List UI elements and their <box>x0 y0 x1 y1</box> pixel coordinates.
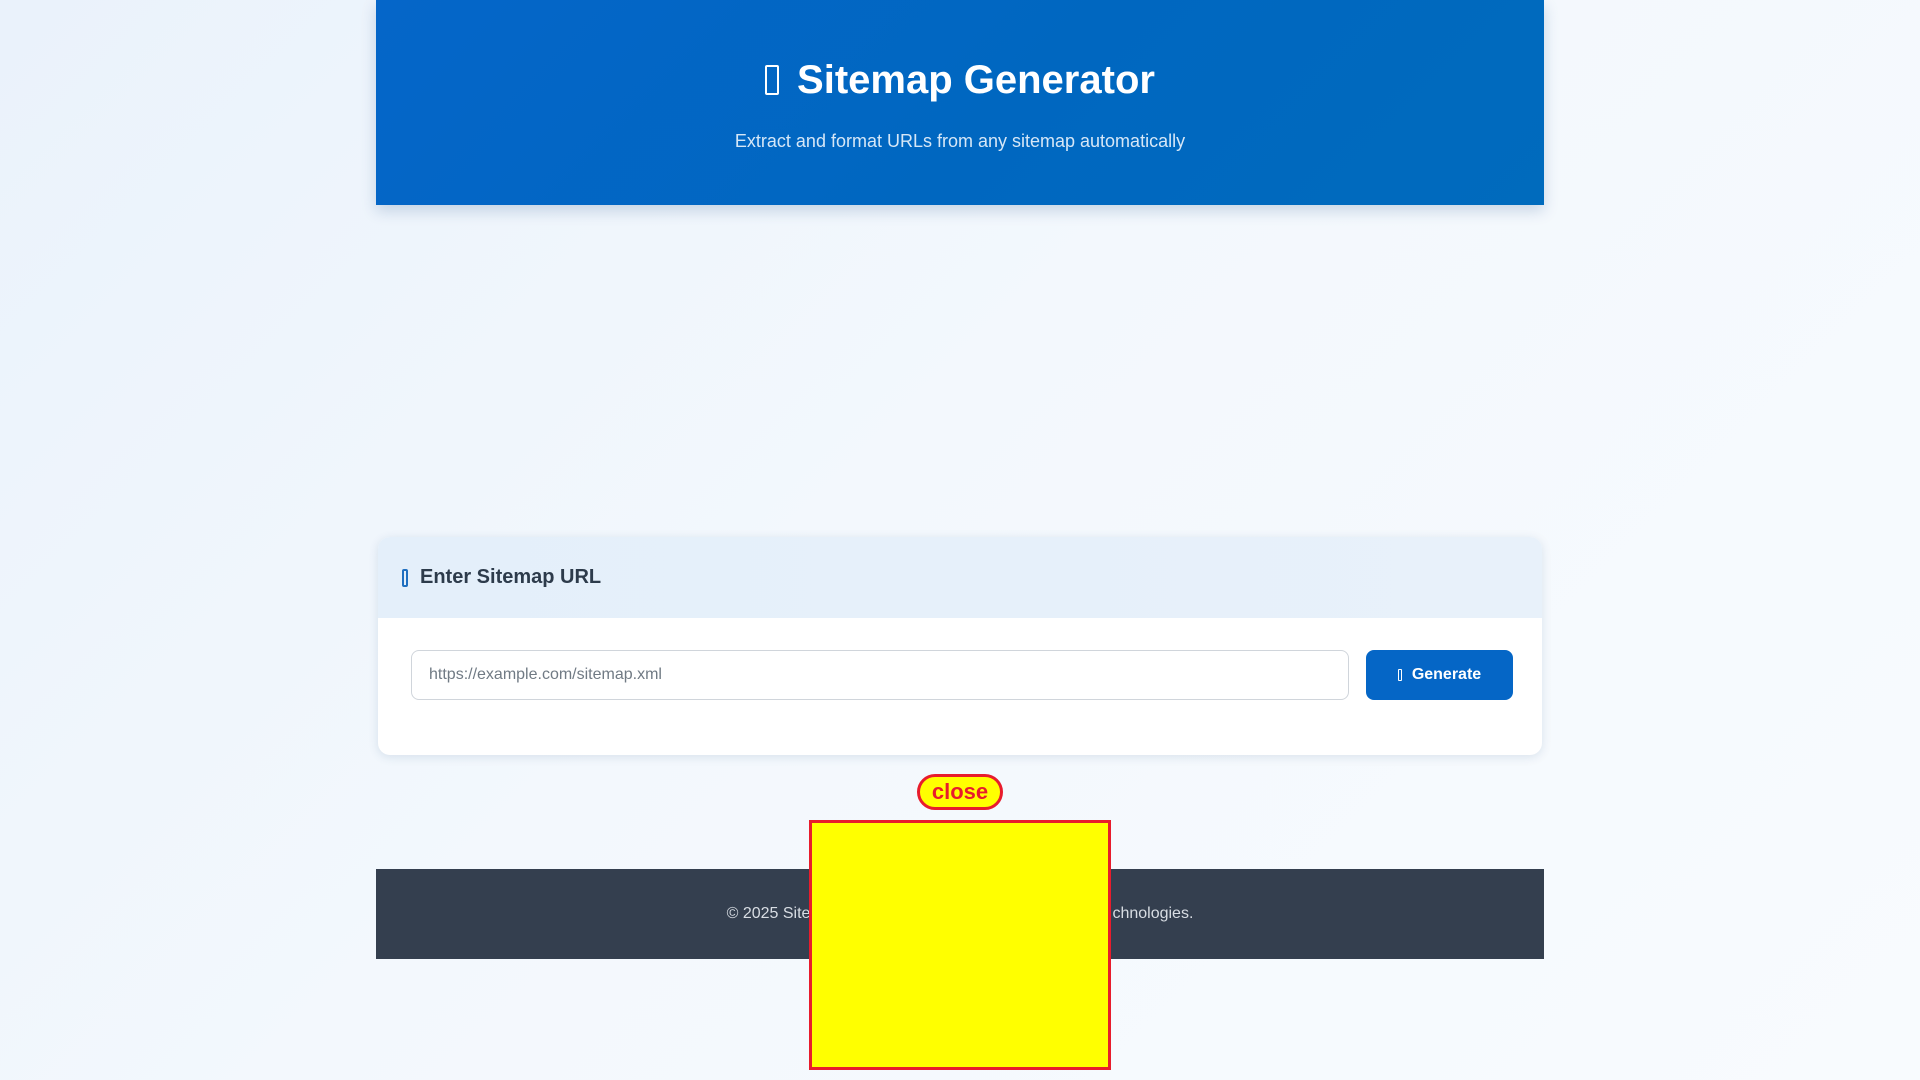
page-subtitle: Extract and format URLs from any sitemap… <box>734 131 1186 151</box>
overlay-close-button[interactable]: close <box>917 774 1003 810</box>
footer-copyright: © 2025 Site <box>726 905 811 922</box>
generate-button-label: Generate <box>1411 666 1482 683</box>
page-title: Sitemap Generator <box>376 52 1544 108</box>
generate-button[interactable]: Generate <box>1366 650 1513 700</box>
generate-icon <box>1397 669 1402 681</box>
page-title-text: Sitemap Generator <box>797 58 1155 102</box>
card-title: Enter Sitemap URL <box>420 566 602 588</box>
footer-copyright-tail: chnologies. <box>1112 905 1194 922</box>
sitemap-url-input[interactable] <box>411 650 1349 700</box>
page-header: Sitemap Generator Extract and format URL… <box>376 0 1544 205</box>
sitemap-url-card: Enter Sitemap URL Generate <box>378 537 1542 755</box>
link-icon <box>402 568 408 587</box>
sitemap-icon <box>765 65 780 95</box>
card-header: Enter Sitemap URL <box>378 537 1542 618</box>
overlay-ad-box[interactable] <box>809 820 1111 1070</box>
